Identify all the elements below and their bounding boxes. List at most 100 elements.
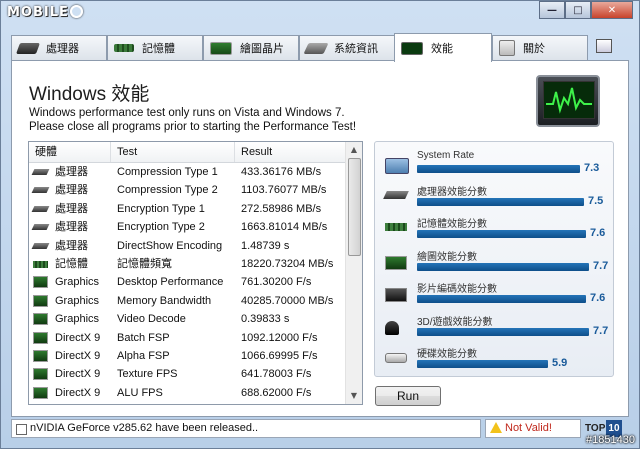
- app-window: MOBILE — □ ✕ 處理器 記憶體 繪圖晶片 系統資訊 效能 關於 Win…: [0, 0, 640, 449]
- cpu-icon: [31, 224, 50, 231]
- table-row[interactable]: 處理器 Encryption Type 1 272.58986 MB/s: [29, 200, 347, 218]
- rating-label: 繪圖效能分數: [417, 251, 477, 263]
- rating-value: 7.6: [590, 227, 606, 239]
- rating-value: 7.5: [588, 194, 604, 207]
- table-row[interactable]: 處理器 Compression Type 2 1103.76077 MB/s: [29, 181, 347, 199]
- warning-icon: [490, 422, 502, 433]
- table-row[interactable]: Graphics Desktop Performance 761.30200 F/s: [29, 273, 347, 291]
- hardware-cell: Graphics: [55, 313, 100, 326]
- column-header-test[interactable]: Test: [111, 142, 235, 162]
- system-icon: [303, 42, 329, 54]
- scroll-up-icon[interactable]: ▲: [346, 142, 362, 158]
- tab-about[interactable]: 關於: [492, 35, 588, 60]
- hardware-cell: 處理器: [55, 202, 88, 215]
- os-note: Windows performance test only runs on Vi…: [29, 107, 345, 119]
- test-cell: DirectShow Encoding: [117, 239, 223, 252]
- result-cell: 0.39833 s: [241, 313, 290, 326]
- app-logo: MOBILE: [7, 5, 83, 20]
- tab-memory[interactable]: 記憶體: [107, 35, 203, 60]
- performance-icon: [401, 41, 423, 55]
- graphics-card-icon: [33, 368, 48, 381]
- rating-bar: [417, 327, 589, 336]
- hardware-cell: 處理器: [55, 184, 88, 197]
- graphics-card-icon: [210, 41, 232, 55]
- scroll-thumb[interactable]: [348, 158, 361, 256]
- title-bar: MOBILE — □ ✕: [1, 1, 639, 27]
- graphics-card-icon: [33, 276, 48, 289]
- run-button[interactable]: Run: [375, 386, 441, 406]
- performance-monitor-icon: [536, 75, 600, 127]
- graphics-card-icon: [33, 350, 48, 362]
- result-cell: 1066.69995 F/s: [241, 350, 318, 362]
- result-cell: 40285.70000 MB/s: [241, 294, 334, 307]
- table-row[interactable]: 處理器 DirectShow Encoding 1.48739 s: [29, 237, 347, 255]
- test-cell: Encryption Type 1: [117, 202, 205, 215]
- graphics-card-icon: [33, 294, 48, 307]
- validity-status: Not Valid!: [485, 419, 581, 438]
- status-message: nVIDIA GeForce v285.62 have been release…: [11, 419, 481, 438]
- hardware-cell: 處理器: [55, 221, 88, 234]
- rating-label: 記憶體效能分數: [417, 219, 487, 230]
- hardware-cell: DirectX 9: [55, 368, 101, 381]
- test-cell: Compression Type 1: [117, 166, 218, 178]
- scroll-down-icon[interactable]: ▼: [346, 388, 362, 404]
- table-row[interactable]: Graphics Memory Bandwidth 40285.70000 MB/s: [29, 292, 347, 310]
- close-button[interactable]: ✕: [591, 1, 633, 19]
- table-row[interactable]: Graphics Video Decode 0.39833 s: [29, 310, 347, 328]
- rating-value: 5.9: [552, 357, 568, 369]
- tab-graphics[interactable]: 繪圖晶片: [203, 35, 299, 60]
- result-cell: 1092.12000 F/s: [241, 331, 318, 344]
- minimize-button[interactable]: —: [539, 1, 565, 19]
- table-row[interactable]: DirectX 9 Alpha FSP 1066.69995 F/s: [29, 347, 347, 365]
- rating-label: 3D/遊戲效能分數: [417, 316, 493, 328]
- rating-label: 硬碟效能分數: [417, 349, 477, 360]
- column-header-hardware[interactable]: 硬體: [29, 142, 111, 162]
- maximize-button[interactable]: □: [565, 1, 591, 19]
- test-cell: Memory Bandwidth: [117, 294, 212, 307]
- table-scrollbar[interactable]: ▲ ▼: [345, 142, 362, 404]
- status-checkbox[interactable]: [16, 424, 27, 435]
- table-row[interactable]: 處理器 Encryption Type 2 1663.81014 MB/s: [29, 218, 347, 236]
- watermark: #1851430: [586, 434, 635, 446]
- performance-panel: Windows 效能 Windows performance test only…: [11, 60, 629, 417]
- test-cell: Batch FSP: [117, 331, 170, 344]
- cpu-icon: [31, 187, 50, 194]
- table-row[interactable]: DirectX 9 Batch FSP 1092.12000 F/s: [29, 329, 347, 347]
- page-title: Windows 效能: [29, 84, 150, 105]
- rating-label: System Rate: [417, 150, 475, 161]
- tab-system-info[interactable]: 系統資訊: [299, 35, 395, 60]
- graphics-card-icon: [33, 386, 48, 399]
- rating-bar: [417, 230, 586, 238]
- close-programs-note: Please close all programs prior to start…: [29, 121, 357, 133]
- tab-cpu[interactable]: 處理器: [11, 35, 107, 60]
- result-cell: 433.36176 MB/s: [241, 166, 322, 178]
- table-row[interactable]: DirectX 9 ALU FPS 688.62000 F/s: [29, 384, 347, 402]
- table-row[interactable]: DirectX 9 Texture FPS 641.78003 F/s: [29, 365, 347, 383]
- test-cell: Desktop Performance: [117, 276, 224, 289]
- window-controls: — □ ✕: [539, 1, 633, 19]
- memory-icon: [114, 44, 134, 52]
- test-cell: Alpha FSP: [117, 350, 170, 362]
- test-cell: Encryption Type 2: [117, 221, 205, 234]
- hardware-cell: 處理器: [55, 166, 88, 178]
- ratings-panel: System Rate 7.3 處理器效能分數 7.5 記憶體效能分數 7.6 繪圖效能分數…: [374, 141, 614, 377]
- status-bar: nVIDIA GeForce v285.62 have been release…: [11, 419, 629, 439]
- result-cell: 18220.73204 MB/s: [241, 258, 334, 270]
- column-header-result[interactable]: Result: [235, 142, 347, 162]
- table-header: 硬體 Test Result: [29, 142, 347, 163]
- window-mode-icon[interactable]: [596, 39, 612, 53]
- cpu-icon: [31, 205, 50, 212]
- tab-performance[interactable]: 效能: [394, 33, 492, 62]
- graphics-card-icon: [33, 331, 48, 344]
- memory-score-icon: [385, 223, 407, 231]
- hardware-cell: DirectX 9: [55, 350, 101, 362]
- about-icon: [499, 40, 515, 56]
- table-row[interactable]: 記憶體 記憶體頻寬 18220.73204 MB/s: [29, 255, 347, 273]
- test-cell: ALU FPS: [117, 386, 163, 399]
- video-score-icon: [385, 288, 407, 302]
- cpu-icon: [31, 242, 50, 249]
- table-row[interactable]: 處理器 Compression Type 1 433.36176 MB/s: [29, 163, 347, 181]
- rating-value: 7.7: [593, 259, 609, 272]
- graphics-card-icon: [33, 313, 48, 326]
- hardware-cell: 記憶體: [55, 258, 88, 270]
